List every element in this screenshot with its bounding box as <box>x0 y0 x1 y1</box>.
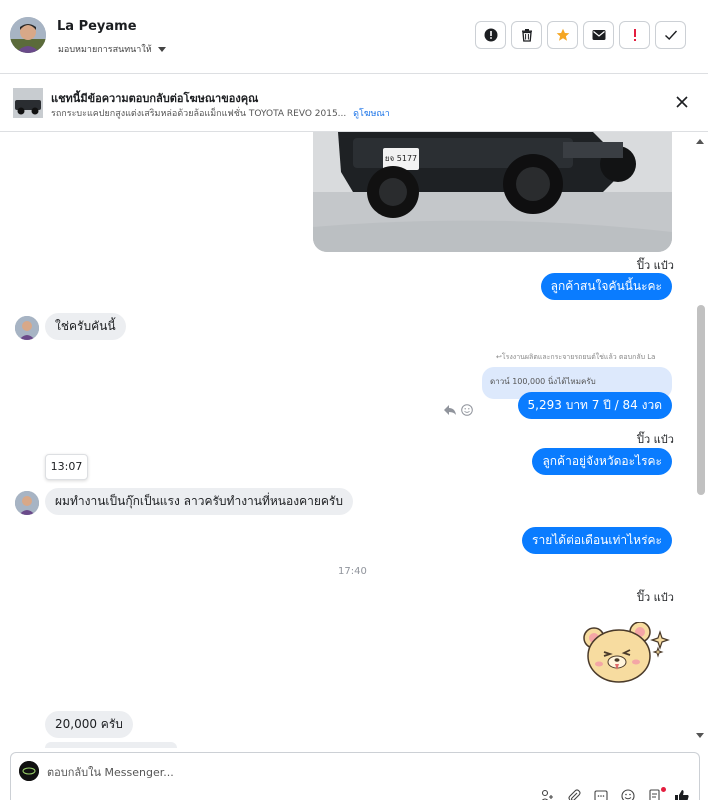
sender-label: ปิ๊ว แป๋ว <box>637 433 674 446</box>
outgoing-message[interactable]: ลูกค้าสนใจคันนี้นะคะ <box>540 273 672 300</box>
message-hover-actions <box>443 404 473 416</box>
car-photo-attachment[interactable]: ยจ 5177 <box>313 132 672 252</box>
payment-button[interactable] <box>647 787 666 800</box>
outgoing-message[interactable]: 5,293 บาท 7 ปี / 84 งวด <box>517 392 672 419</box>
ad-reply-banner: แชทนี้มีข้อความตอบกลับต่อโฆษณาของคุณ รถก… <box>0 74 708 132</box>
reply-composer <box>10 752 700 800</box>
follow-up-button[interactable] <box>619 21 650 49</box>
delete-button[interactable] <box>511 21 542 49</box>
emoji-icon <box>621 789 635 800</box>
chevron-down-icon <box>157 46 166 52</box>
contact-avatar[interactable] <box>10 17 46 53</box>
reply-context-note: ↩โรงงานผลิตและกระจายรถยนต์ใช่แล้ว ตอบกลั… <box>496 353 656 361</box>
mark-done-button[interactable] <box>655 21 686 49</box>
emoji-button[interactable] <box>620 789 636 800</box>
header-actions <box>475 21 686 49</box>
incoming-message[interactable]: 20,000 ครับ <box>45 711 133 738</box>
scroll-up-arrow[interactable] <box>696 139 704 144</box>
envelope-icon <box>592 30 605 40</box>
emoji-reaction-icon[interactable] <box>461 404 473 416</box>
exclamation-icon <box>633 29 636 41</box>
page-avatar <box>19 761 39 781</box>
sender-label: ปิ๊ว แป๋ว <box>637 259 674 272</box>
assign-conversation-dropdown[interactable]: มอบหมายการสนทนาให้ <box>58 42 166 56</box>
scroll-down-arrow[interactable] <box>696 733 704 738</box>
ad-description: รถกระบะแคปยกสูงแต่งเสริมหล่อด้วยล้อแม็กแ… <box>51 109 347 119</box>
timestamp-tooltip: 13:07 <box>45 454 88 480</box>
contact-avatar-small <box>15 316 39 340</box>
notification-dot <box>661 787 666 792</box>
paperclip-icon <box>568 789 581 800</box>
message-template-icon <box>594 790 608 800</box>
chat-scrollbar-thumb[interactable] <box>697 305 705 495</box>
close-icon <box>676 96 688 108</box>
incoming-message[interactable]: ผมทำงานเป็นกุ๊กเป็นแรง ลาวครับทำงานที่หน… <box>45 488 353 515</box>
person-add-icon <box>541 789 553 800</box>
check-icon <box>664 30 677 40</box>
assign-label: มอบหมายการสนทนาให้ <box>58 45 152 55</box>
alert-circle-icon <box>484 28 497 42</box>
mark-unread-button[interactable] <box>583 21 614 49</box>
view-ad-link[interactable]: ดูโฆษณา <box>353 109 390 119</box>
composer-toolbar <box>539 787 690 800</box>
incoming-message[interactable]: ใช่ครับคันนี้ <box>45 313 126 340</box>
outgoing-message[interactable]: ลูกค้าอยู่จังหวัดอะไรคะ <box>532 448 672 475</box>
star-button[interactable] <box>547 21 578 49</box>
invoice-icon <box>649 789 660 800</box>
ad-banner-subtitle: รถกระบะแคปยกสูงแต่งเสริมหล่อด้วยล้อแม็กแ… <box>51 106 390 120</box>
ad-thumbnail[interactable] <box>13 88 43 118</box>
contact-avatar-small <box>15 491 39 515</box>
add-contact-button[interactable] <box>539 789 555 800</box>
trash-icon <box>521 29 532 42</box>
conversation-header: La Peyame มอบหมายการสนทนาให้ <box>0 0 708 74</box>
messenger-inbox-thread: La Peyame มอบหมายการสนทนาให้ แชทนี้มีข้อ… <box>0 0 708 800</box>
bear-sticker[interactable] <box>582 621 674 686</box>
incoming-message-partial <box>45 742 177 748</box>
sender-label: ปิ๊ว แป๋ว <box>637 591 674 604</box>
ad-banner-title: แชทนี้มีข้อความตอบกลับต่อโฆษณาของคุณ <box>51 92 259 105</box>
thumbs-up-icon <box>675 790 689 800</box>
svg-text:ยจ 5177: ยจ 5177 <box>385 154 417 163</box>
saved-replies-button[interactable] <box>593 789 609 800</box>
attach-file-button[interactable] <box>566 789 582 800</box>
outgoing-message[interactable]: รายได้ต่อเดือนเท่าไหร่คะ <box>522 527 672 554</box>
reply-icon[interactable] <box>443 404 457 416</box>
close-banner-button[interactable] <box>674 94 690 110</box>
star-icon <box>556 28 569 41</box>
like-button[interactable] <box>674 789 690 800</box>
message-input[interactable] <box>47 763 447 781</box>
report-spam-button[interactable] <box>475 21 506 49</box>
time-divider: 17:40 <box>338 566 367 577</box>
contact-name[interactable]: La Peyame <box>57 19 137 34</box>
